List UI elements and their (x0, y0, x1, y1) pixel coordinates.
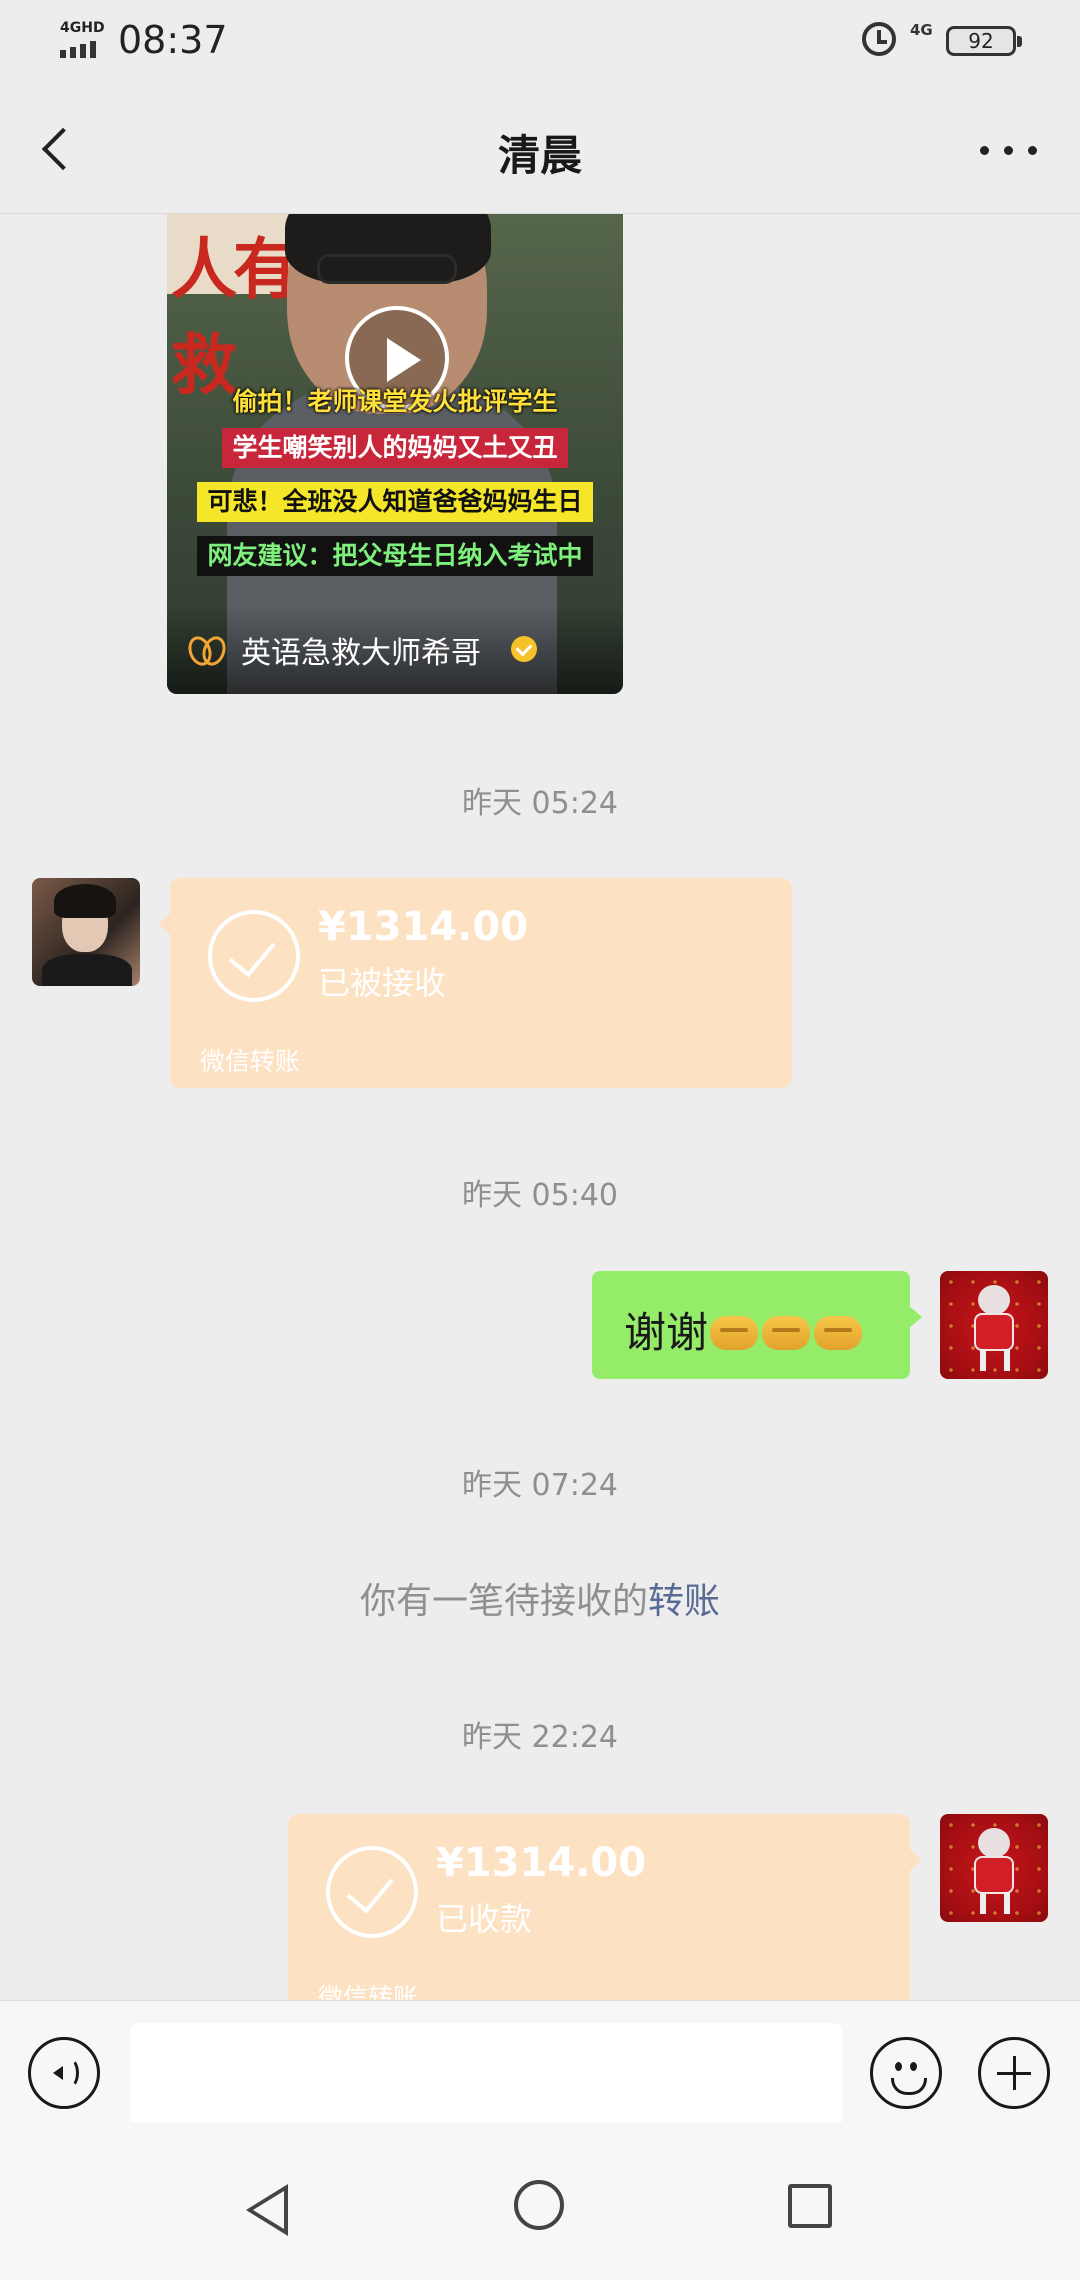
transfer-amount: ¥1314.00 (318, 904, 529, 950)
emoji-icon[interactable] (870, 2037, 942, 2109)
check-circle-icon (326, 1846, 418, 1938)
alarm-icon (862, 22, 896, 56)
transfer-status: 已被接收 (318, 964, 447, 1002)
handshake-emoji-icon (710, 1311, 866, 1360)
check-circle-icon (208, 910, 300, 1002)
video-caption: 可悲！全班没人知道爸爸妈妈生日 (167, 482, 623, 522)
nav-home-icon[interactable] (480, 2122, 600, 2280)
video-author[interactable]: 英语急救大师希哥 (241, 628, 481, 672)
video-caption: 学生嘲笑别人的妈妈又土又丑 (167, 428, 623, 468)
timestamp: 昨天 05:40 (462, 1178, 618, 1213)
system-navigation-bar (0, 2122, 1080, 2280)
transfer-card[interactable]: ¥1314.00 已收款 微信转账 (288, 1814, 922, 2000)
transfer-amount: ¥1314.00 (436, 1840, 647, 1886)
message-list[interactable]: 人有救 偷拍！老师课堂发火批评学生 学生嘲笑别人的妈妈又土又丑 可悲！全班没人知… (0, 214, 1080, 2000)
system-notice-text: 你有一笔待接收的 (359, 1581, 648, 1622)
plus-icon[interactable] (978, 2037, 1050, 2109)
message-input[interactable] (130, 2023, 842, 2129)
battery-icon: 92 (946, 26, 1022, 56)
video-card[interactable]: 人有救 偷拍！老师课堂发火批评学生 学生嘲笑别人的妈妈又土又丑 可悲！全班没人知… (167, 214, 623, 694)
nav-back-icon[interactable] (206, 2122, 326, 2280)
system-notice: 你有一笔待接收的转账 (0, 1572, 1080, 1624)
video-caption: 网友建议：把父母生日纳入考试中 (167, 536, 623, 576)
transfer-source: 微信转账 (200, 1047, 301, 1076)
transfer-link[interactable]: 转账 (648, 1581, 720, 1622)
chat-title: 清晨 (497, 131, 582, 180)
signal-4g-label: 4G (910, 21, 933, 39)
timestamp: 昨天 07:24 (462, 1468, 618, 1503)
transfer-status: 已收款 (436, 1900, 533, 1938)
channels-logo-icon (189, 634, 223, 664)
timestamp: 昨天 22:24 (462, 1720, 618, 1755)
cell-signal-icon: 4GHD (60, 20, 108, 58)
voice-icon[interactable] (28, 2037, 100, 2109)
timestamp: 昨天 05:24 (462, 786, 618, 821)
network-type-label: 4GHD (60, 20, 105, 36)
verified-badge-icon (511, 636, 537, 662)
nav-recents-icon[interactable] (750, 2122, 870, 2280)
video-caption: 偷拍！老师课堂发火批评学生 (232, 387, 558, 416)
transfer-source: 微信转账 (318, 1983, 419, 2000)
status-bar: 4GHD 08:37 4G 92 (0, 0, 1080, 84)
chat-header: 清晨 (0, 84, 1080, 214)
transfer-card[interactable]: ¥1314.00 已被接收 微信转账 (158, 878, 792, 1088)
clock: 08:37 (118, 18, 228, 62)
my-avatar[interactable] (940, 1271, 1048, 1379)
my-avatar[interactable] (940, 1814, 1048, 1922)
contact-avatar[interactable] (32, 878, 140, 986)
more-icon[interactable] (970, 124, 1050, 174)
input-bar (0, 2000, 1080, 2129)
my-message-bubble[interactable]: 谢谢 (592, 1271, 922, 1379)
message-text: 谢谢 (624, 1308, 709, 1357)
